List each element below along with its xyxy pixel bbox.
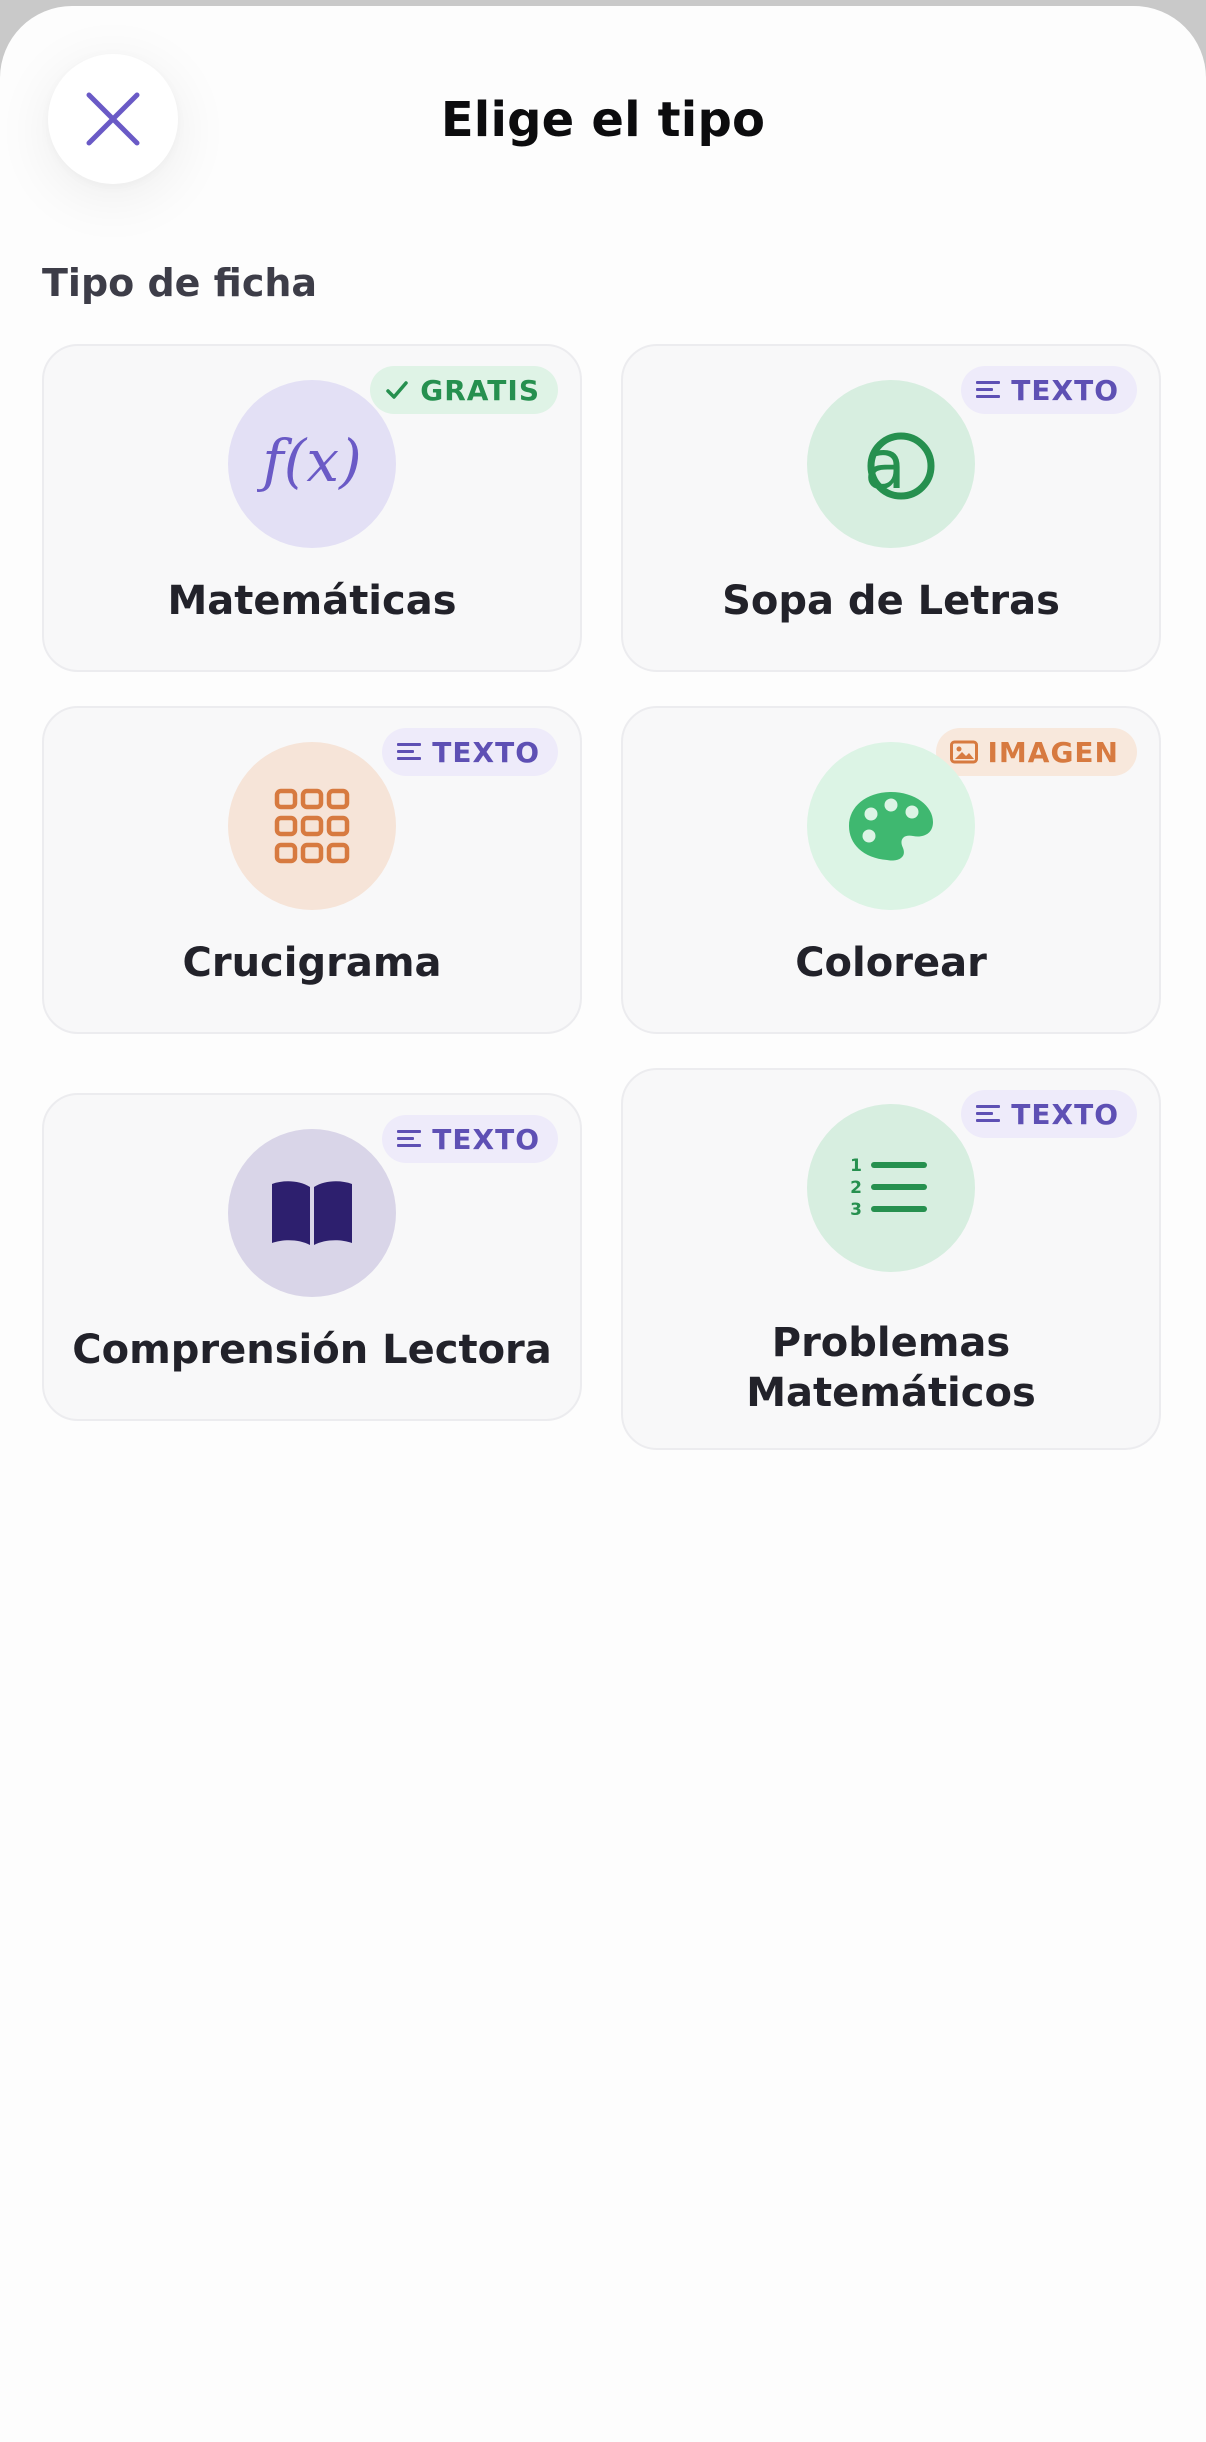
text-lines-icon [976, 381, 1001, 398]
texto-badge: TEXTO [961, 1090, 1137, 1138]
image-icon [949, 740, 978, 764]
section-label: Tipo de ficha [42, 261, 318, 305]
card-sopa-de-letras[interactable]: TEXTO a Sopa de Letras [621, 344, 1161, 672]
grid-icon [228, 742, 396, 910]
texto-badge: TEXTO [961, 366, 1137, 414]
card-label: Colorear [795, 940, 987, 986]
gratis-badge: GRATIS [370, 366, 558, 414]
badge-label: TEXTO [432, 1122, 540, 1156]
badge-label: GRATIS [420, 373, 540, 407]
page-title: Elige el tipo [440, 92, 766, 148]
card-label: Problemas Matemáticos [623, 1318, 1159, 1418]
text-lines-icon [397, 1130, 422, 1147]
card-matematicas[interactable]: GRATIS ƒ(x) Matemáticas [42, 344, 582, 672]
badge-label: IMAGEN [987, 735, 1119, 769]
text-lines-icon [397, 743, 422, 760]
svg-text:2: 2 [851, 1178, 862, 1198]
badge-label: TEXTO [1011, 373, 1119, 407]
type-picker-sheet: Elige el tipo Tipo de ficha GRATIS ƒ(x) … [0, 6, 1206, 2442]
svg-text:a: a [864, 426, 906, 505]
card-crucigrama[interactable]: TEXTO Crucigrama [42, 706, 582, 1034]
badge-label: TEXTO [432, 735, 540, 769]
text-lines-icon [976, 1105, 1001, 1122]
palette-icon [807, 742, 975, 910]
svg-text:1: 1 [851, 1156, 862, 1176]
card-label: Sopa de Letras [722, 578, 1060, 624]
card-colorear[interactable]: IMAGEN Colorear [621, 706, 1161, 1034]
card-label-line-2: Matemáticos [746, 1370, 1036, 1416]
card-label: Crucigrama [182, 940, 442, 986]
card-problemas-matematicos[interactable]: TEXTO 1 2 3 Problemas Matemáticos [621, 1068, 1161, 1450]
check-icon [386, 381, 409, 399]
numbered-list-icon: 1 2 3 [807, 1104, 975, 1272]
card-label-line-1: Problemas [771, 1320, 1011, 1366]
letter-a-icon: a [807, 380, 975, 548]
card-comprension-lectora[interactable]: TEXTO Comprensión Lectora [42, 1093, 582, 1421]
imagen-badge: IMAGEN [935, 728, 1137, 776]
function-icon: ƒ(x) [228, 380, 396, 548]
svg-text:3: 3 [851, 1200, 862, 1220]
card-label: Comprensión Lectora [72, 1327, 552, 1373]
svg-text:ƒ(x): ƒ(x) [257, 429, 362, 495]
texto-badge: TEXTO [382, 728, 558, 776]
badge-label: TEXTO [1011, 1097, 1119, 1131]
texto-badge: TEXTO [382, 1115, 558, 1163]
card-label: Matemáticas [167, 578, 457, 624]
book-icon [228, 1129, 396, 1297]
